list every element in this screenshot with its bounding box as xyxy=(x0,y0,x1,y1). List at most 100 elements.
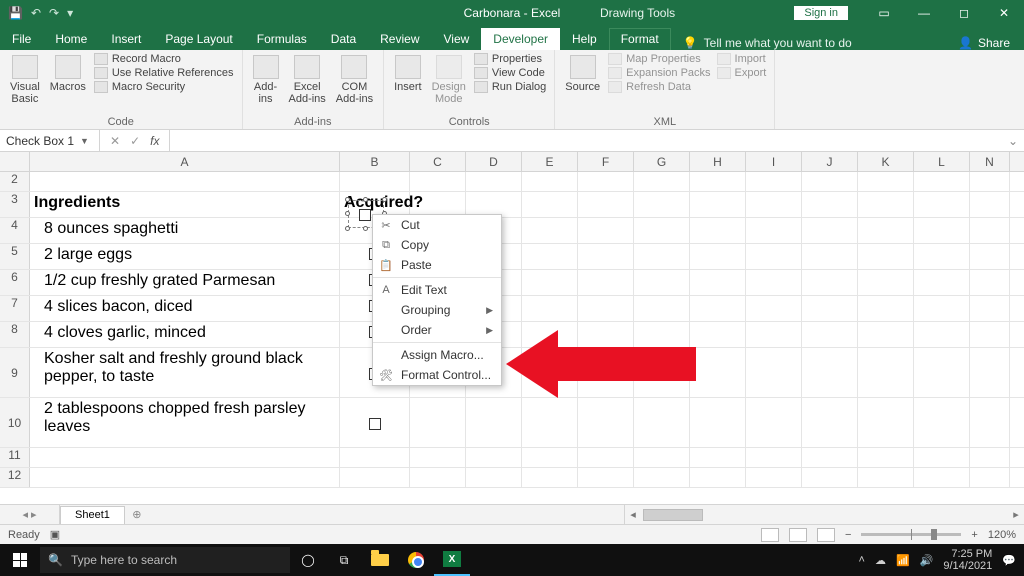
tab-home[interactable]: Home xyxy=(43,28,99,50)
context-menu-grouping[interactable]: Grouping▶ xyxy=(373,300,501,320)
zoom-level[interactable]: 120% xyxy=(988,529,1016,541)
addins-button[interactable]: Add- ins xyxy=(251,53,281,107)
context-menu-cut[interactable]: ✂Cut xyxy=(373,215,501,235)
normal-view-button[interactable] xyxy=(761,528,779,542)
cell-a4[interactable]: 8 ounces spaghetti xyxy=(30,218,340,243)
cell-a8[interactable]: 4 cloves garlic, minced xyxy=(30,322,340,347)
row-header-5[interactable]: 5 xyxy=(0,244,30,269)
com-addins-button[interactable]: COM Add-ins xyxy=(334,53,375,107)
redo-icon[interactable]: ↷ xyxy=(49,6,59,20)
worksheet-grid[interactable]: A B C D E F G H I J K L N 2 3Ingredients… xyxy=(0,152,1024,504)
tab-view[interactable]: View xyxy=(432,28,482,50)
select-all-corner[interactable] xyxy=(0,152,30,171)
col-header-d[interactable]: D xyxy=(466,152,522,171)
col-header-l[interactable]: L xyxy=(914,152,970,171)
scroll-thumb[interactable] xyxy=(643,509,703,521)
col-header-a[interactable]: A xyxy=(30,152,340,171)
map-properties-button[interactable]: Map Properties xyxy=(608,53,710,65)
col-header-k[interactable]: K xyxy=(858,152,914,171)
tell-me[interactable]: 💡 Tell me what you want to do xyxy=(683,36,852,50)
page-layout-view-button[interactable] xyxy=(789,528,807,542)
context-menu-paste[interactable]: 📋Paste xyxy=(373,255,501,275)
cell-a5[interactable]: 2 large eggs xyxy=(30,244,340,269)
cell-a7[interactable]: 4 slices bacon, diced xyxy=(30,296,340,321)
cell-a9[interactable]: Kosher salt and freshly ground black pep… xyxy=(30,348,340,397)
start-button[interactable] xyxy=(0,544,40,576)
undo-icon[interactable]: ↶ xyxy=(31,6,41,20)
row-header-11[interactable]: 11 xyxy=(0,448,30,467)
row-header-4[interactable]: 4 xyxy=(0,218,30,243)
new-sheet-button[interactable]: ⊕ xyxy=(125,505,149,524)
visual-basic-button[interactable]: Visual Basic xyxy=(8,53,42,107)
tab-developer[interactable]: Developer xyxy=(481,28,560,50)
excel-taskbar-icon[interactable]: X xyxy=(434,544,470,576)
sheet-nav-buttons[interactable]: ◂ ▸ xyxy=(0,505,60,524)
row-header-3[interactable]: 3 xyxy=(0,192,30,217)
row-header-10[interactable]: 10 xyxy=(0,398,30,447)
expand-formula-bar-icon[interactable]: ⌄ xyxy=(1002,130,1024,151)
col-header-f[interactable]: F xyxy=(578,152,634,171)
record-macro-button[interactable]: Record Macro xyxy=(94,53,234,65)
expansion-packs-button[interactable]: Expansion Packs xyxy=(608,67,710,79)
cell-a10[interactable]: 2 tablespoons chopped fresh parsley leav… xyxy=(30,398,340,447)
export-button[interactable]: Export xyxy=(717,67,767,79)
resize-handle[interactable] xyxy=(363,197,368,202)
taskbar-search[interactable]: 🔍 Type here to search xyxy=(40,547,290,573)
row-header-8[interactable]: 8 xyxy=(0,322,30,347)
chrome-icon[interactable] xyxy=(398,544,434,576)
col-header-e[interactable]: E xyxy=(522,152,578,171)
use-relative-references-button[interactable]: Use Relative References xyxy=(94,67,234,79)
excel-addins-button[interactable]: Excel Add-ins xyxy=(287,53,328,107)
tab-format[interactable]: Format xyxy=(609,28,671,50)
wifi-icon[interactable]: 📶 xyxy=(896,554,910,567)
tab-data[interactable]: Data xyxy=(319,28,368,50)
onedrive-icon[interactable]: ☁ xyxy=(875,554,886,567)
page-break-view-button[interactable] xyxy=(817,528,835,542)
resize-handle[interactable] xyxy=(345,211,350,216)
col-header-h[interactable]: H xyxy=(690,152,746,171)
tray-overflow-icon[interactable]: ˄ xyxy=(859,554,865,566)
signin-button[interactable]: Sign in xyxy=(794,6,848,20)
context-menu-format-control[interactable]: 🛠Format Control... xyxy=(373,365,501,385)
name-box-dropdown-icon[interactable]: ▼ xyxy=(80,136,89,146)
macros-button[interactable]: Macros xyxy=(48,53,88,95)
view-code-button[interactable]: View Code xyxy=(474,67,546,79)
tab-review[interactable]: Review xyxy=(368,28,431,50)
qat-customize-icon[interactable]: ▾ xyxy=(67,6,73,20)
taskbar-clock[interactable]: 7:25 PM 9/14/2021 xyxy=(943,548,992,572)
refresh-data-button[interactable]: Refresh Data xyxy=(608,81,710,93)
col-header-i[interactable]: I xyxy=(746,152,802,171)
col-header-b[interactable]: B xyxy=(340,152,410,171)
task-view-icon[interactable]: ⧉ xyxy=(326,544,362,576)
row-header-12[interactable]: 12 xyxy=(0,468,30,487)
run-dialog-button[interactable]: Run Dialog xyxy=(474,81,546,93)
context-menu-edit-text[interactable]: AEdit Text xyxy=(373,280,501,300)
context-menu-assign-macro[interactable]: Assign Macro... xyxy=(373,345,501,365)
action-center-icon[interactable]: 💬 xyxy=(1002,554,1016,567)
macro-record-icon[interactable]: ▣ xyxy=(50,528,60,541)
resize-handle[interactable] xyxy=(382,197,387,202)
cortana-icon[interactable]: ◯ xyxy=(290,544,326,576)
resize-handle[interactable] xyxy=(345,197,350,202)
context-menu-copy[interactable]: ⧉Copy xyxy=(373,235,501,255)
minimize-button[interactable]: — xyxy=(904,0,944,26)
row-header-7[interactable]: 7 xyxy=(0,296,30,321)
zoom-out-button[interactable]: − xyxy=(845,529,851,541)
insert-control-button[interactable]: Insert xyxy=(392,53,424,95)
col-header-g[interactable]: G xyxy=(634,152,690,171)
tab-formulas[interactable]: Formulas xyxy=(245,28,319,50)
col-header-j[interactable]: J xyxy=(802,152,858,171)
import-button[interactable]: Import xyxy=(717,53,767,65)
cell-a6[interactable]: 1/2 cup freshly grated Parmesan xyxy=(30,270,340,295)
tab-file[interactable]: File xyxy=(0,28,43,50)
resize-handle[interactable] xyxy=(363,226,368,231)
sheet-tab-sheet1[interactable]: Sheet1 xyxy=(60,506,125,524)
zoom-in-button[interactable]: + xyxy=(971,529,977,541)
context-menu-order[interactable]: Order▶ xyxy=(373,320,501,340)
row-header-2[interactable]: 2 xyxy=(0,172,30,191)
cell-a3[interactable]: Ingredients xyxy=(30,192,340,217)
share-button[interactable]: 👤 Share xyxy=(944,36,1024,50)
name-box[interactable]: Check Box 1 ▼ xyxy=(0,130,100,151)
design-mode-button[interactable]: Design Mode xyxy=(430,53,468,107)
cancel-formula-icon[interactable]: ✕ xyxy=(110,134,120,148)
